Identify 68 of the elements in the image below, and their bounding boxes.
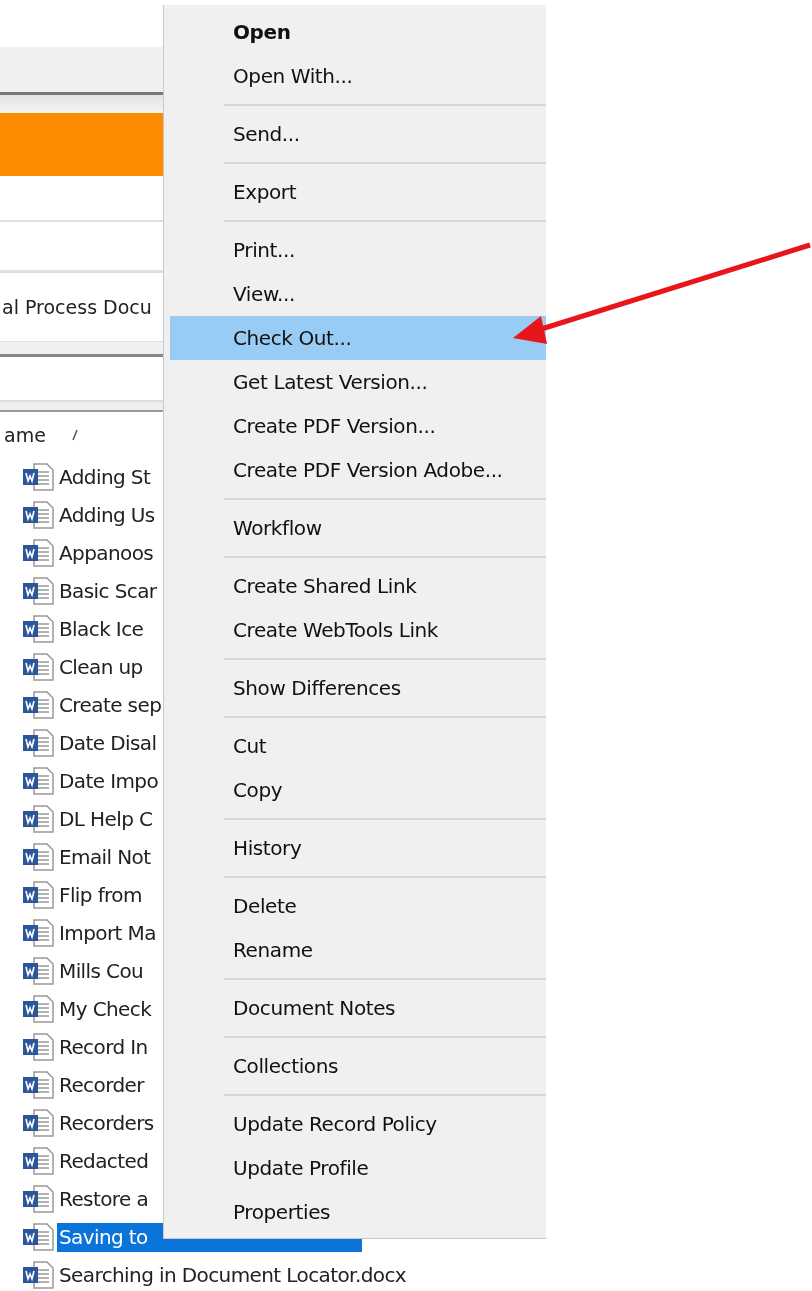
menu-item[interactable]: Create Shared Link <box>164 564 546 608</box>
file-name[interactable]: Basic Scar <box>57 576 160 606</box>
word-document-icon <box>22 615 54 643</box>
file-name[interactable]: Redacted <box>57 1146 152 1176</box>
menu-item[interactable]: History <box>164 826 546 870</box>
file-name[interactable]: Recorder <box>57 1070 147 1100</box>
file-name[interactable]: Recorders <box>57 1108 157 1138</box>
menu-item[interactable]: Print... <box>164 228 546 272</box>
word-document-icon <box>22 919 54 947</box>
word-document-icon <box>22 843 54 871</box>
menu-item[interactable]: Open With... <box>164 54 546 98</box>
word-document-icon <box>22 539 54 567</box>
file-name[interactable]: My Check <box>57 994 155 1024</box>
word-document-icon <box>22 691 54 719</box>
word-document-icon <box>22 995 54 1023</box>
file-name[interactable]: Email Not <box>57 842 154 872</box>
word-document-icon <box>22 805 54 833</box>
word-document-icon <box>22 1033 54 1061</box>
file-name[interactable]: Mills Cou <box>57 956 147 986</box>
word-document-icon <box>22 1071 54 1099</box>
menu-item[interactable]: Collections <box>164 1044 546 1088</box>
file-name[interactable]: Create sep <box>57 690 165 720</box>
menu-item[interactable]: Copy <box>164 768 546 812</box>
menu-item[interactable]: Send... <box>164 112 546 156</box>
file-name[interactable]: Adding St <box>57 462 154 492</box>
menu-item[interactable]: Cut <box>164 724 546 768</box>
word-document-icon <box>22 767 54 795</box>
menu-item[interactable]: Update Profile <box>164 1146 546 1190</box>
menu-item[interactable]: Open <box>164 10 546 54</box>
menu-item[interactable]: Workflow <box>164 506 546 550</box>
file-name[interactable]: Clean up <box>57 652 146 682</box>
word-document-icon <box>22 1185 54 1213</box>
file-name[interactable]: Searching in Document Locator.docx <box>57 1260 410 1290</box>
column-header[interactable]: ame <box>4 424 46 446</box>
file-name[interactable]: Black Ice <box>57 614 147 644</box>
menu-item[interactable]: Show Differences <box>164 666 546 710</box>
menu-item[interactable]: Delete <box>164 884 546 928</box>
word-document-icon <box>22 577 54 605</box>
file-name[interactable]: Flip from <box>57 880 145 910</box>
file-name[interactable]: Record In <box>57 1032 151 1062</box>
file-name[interactable]: Import Ma <box>57 918 159 948</box>
menu-item[interactable]: Document Notes <box>164 986 546 1030</box>
word-document-icon <box>22 729 54 757</box>
menu-item[interactable]: Check Out... <box>170 316 546 360</box>
word-document-icon <box>22 653 54 681</box>
word-document-icon <box>22 501 54 529</box>
word-document-icon <box>22 463 54 491</box>
sort-icon <box>71 429 78 441</box>
menu-item[interactable]: Create WebTools Link <box>164 608 546 652</box>
menu-item[interactable]: Update Record Policy <box>164 1102 546 1146</box>
menu-item[interactable]: Create PDF Version Adobe... <box>164 448 546 492</box>
file-name[interactable]: Restore a <box>57 1184 152 1214</box>
file-name[interactable]: Date Impo <box>57 766 162 796</box>
file-name[interactable]: DL Help C <box>57 804 156 834</box>
menu-item[interactable]: Properties <box>164 1190 546 1234</box>
menu-item[interactable]: Rename <box>164 928 546 972</box>
menu-item[interactable]: View... <box>164 272 546 316</box>
file-name[interactable]: Appanoos <box>57 538 157 568</box>
file-name[interactable]: Date Disal <box>57 728 160 758</box>
menu-item[interactable]: Create PDF Version... <box>164 404 546 448</box>
word-document-icon <box>22 957 54 985</box>
file-name[interactable]: Adding Us <box>57 500 158 530</box>
word-document-icon <box>22 1147 54 1175</box>
menu-item[interactable]: Export <box>164 170 546 214</box>
word-document-icon <box>22 1109 54 1137</box>
menu-item[interactable]: Get Latest Version... <box>164 360 546 404</box>
word-document-icon <box>22 881 54 909</box>
word-document-icon <box>22 1223 54 1251</box>
